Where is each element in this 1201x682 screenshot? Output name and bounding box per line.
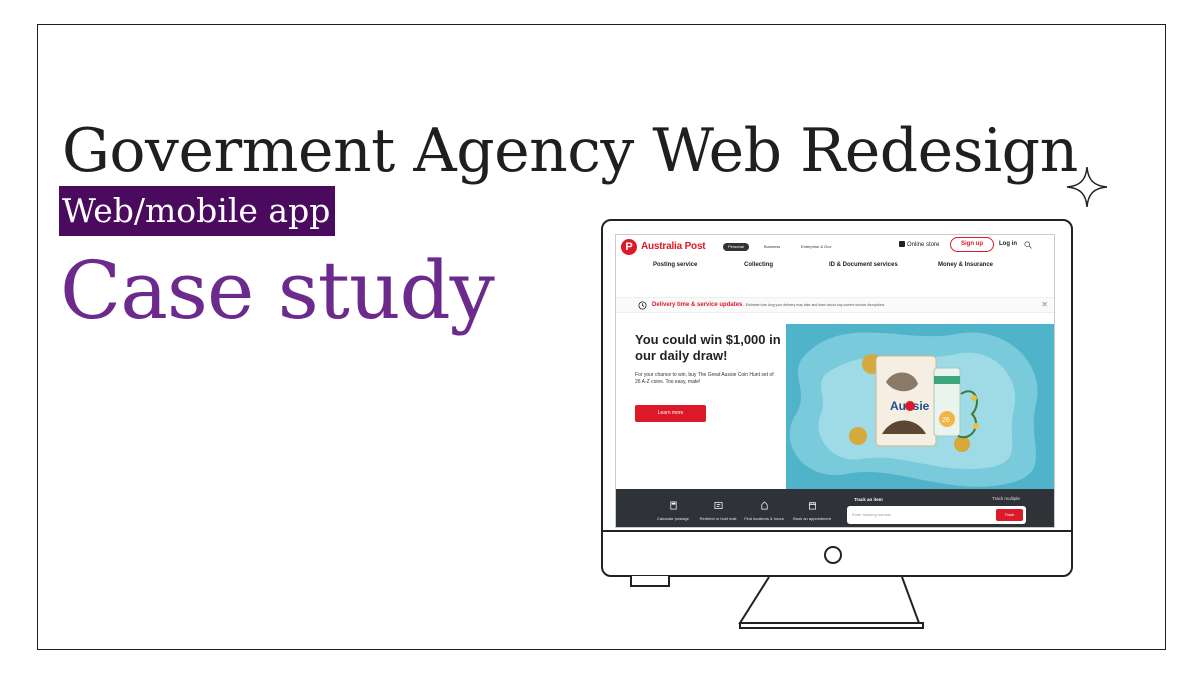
segment-personal[interactable]: Personal bbox=[723, 243, 749, 251]
signup-button[interactable]: Sign up bbox=[950, 237, 994, 252]
tool-redirect-mail[interactable]: Redirect or hold mail bbox=[698, 501, 738, 521]
site-header: P Australia Post Personal Business Enter… bbox=[616, 235, 1054, 257]
calendar-icon bbox=[808, 501, 816, 510]
slide-tagline: Case study bbox=[60, 244, 495, 337]
primary-nav: Posting service Collecting ID & Document… bbox=[616, 262, 1054, 272]
nav-money-insurance[interactable]: Money & Insurance bbox=[938, 262, 993, 268]
tool-label: Find locations & hours bbox=[744, 516, 784, 521]
track-button[interactable]: Track bbox=[996, 509, 1023, 521]
power-button-icon bbox=[824, 546, 842, 564]
australia-post-logo-icon[interactable]: P bbox=[621, 239, 637, 255]
tool-find-locations[interactable]: Find locations & hours bbox=[744, 501, 784, 521]
tool-label: Book an appointment bbox=[793, 516, 831, 521]
mail-redirect-icon bbox=[714, 501, 722, 510]
coin-count-tag: 26 bbox=[942, 417, 950, 424]
coin-hunt-illustration: Aussie 26 bbox=[786, 324, 1054, 489]
nav-posting-service[interactable]: Posting service bbox=[653, 262, 697, 268]
hero-heading: You could win $1,000 in our daily draw! bbox=[635, 332, 781, 363]
nav-collecting[interactable]: Collecting bbox=[744, 262, 773, 268]
monitor-bezel bbox=[603, 530, 1071, 532]
tracking-number-input[interactable]: Enter tracking number Track bbox=[847, 506, 1026, 524]
track-item-label: Track an item bbox=[854, 497, 883, 502]
site-brand[interactable]: Australia Post bbox=[641, 241, 706, 252]
tool-book-appointment[interactable]: Book an appointment bbox=[792, 501, 832, 521]
hero-copy: You could win $1,000 in our daily draw! … bbox=[616, 324, 786, 489]
monitor-stand bbox=[630, 575, 924, 629]
location-icon bbox=[760, 501, 768, 510]
online-store-label: Online store bbox=[907, 242, 940, 248]
alert-title[interactable]: Delivery time & service updates bbox=[652, 302, 742, 308]
quick-tools-bar: Calculate postage Redirect or hold mail … bbox=[616, 489, 1054, 527]
tool-label: Redirect or hold mail bbox=[699, 516, 737, 521]
close-icon[interactable]: ✕ bbox=[1041, 300, 1048, 309]
slide-subtitle: Web/mobile app bbox=[59, 186, 336, 236]
login-link[interactable]: Log in bbox=[999, 241, 1017, 247]
search-icon[interactable] bbox=[1024, 241, 1032, 249]
segment-business[interactable]: Business bbox=[759, 243, 785, 251]
clock-icon bbox=[638, 301, 647, 310]
hero-image: Aussie 26 bbox=[786, 324, 1054, 489]
hero-body: For your chance to win, buy The Great Au… bbox=[635, 372, 774, 385]
tool-label: Calculate postage bbox=[656, 516, 690, 521]
hero-section: You could win $1,000 in our daily draw! … bbox=[616, 324, 1054, 489]
tracking-placeholder: Enter tracking number bbox=[852, 512, 892, 517]
tool-calculate-postage[interactable]: Calculate postage bbox=[653, 501, 693, 521]
service-alert-banner: Delivery time & service updates – Estima… bbox=[616, 297, 1054, 313]
calculator-icon bbox=[669, 501, 677, 510]
segment-enterprise[interactable]: Enterprise & Gov bbox=[796, 243, 836, 251]
nav-id-documents[interactable]: ID & Document services bbox=[829, 262, 898, 268]
learn-more-button[interactable]: Learn more bbox=[635, 405, 706, 422]
alert-text: – Estimate how long your delivery may ta… bbox=[743, 303, 886, 307]
website-screen: P Australia Post Personal Business Enter… bbox=[615, 234, 1055, 528]
online-store-link[interactable]: Online store bbox=[899, 241, 939, 248]
slide-title: Goverment Agency Web Redesign bbox=[62, 116, 1078, 186]
shopping-bag-icon bbox=[899, 241, 905, 247]
track-multiple-link[interactable]: Track multiple bbox=[992, 496, 1020, 501]
sparkle-icon bbox=[1066, 166, 1108, 208]
